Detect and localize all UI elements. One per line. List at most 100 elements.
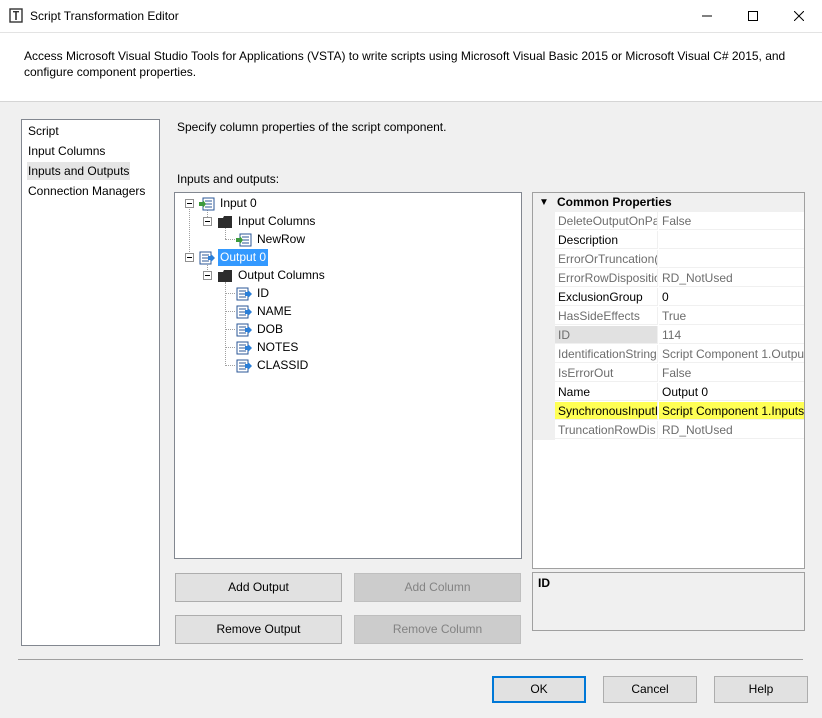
remove-column-button[interactable]: Remove Column (354, 615, 521, 644)
property-value[interactable]: Output 0 (659, 383, 804, 401)
maximize-button[interactable] (730, 0, 776, 32)
tree-node-output-column-name[interactable]: NAME (236, 303, 294, 320)
add-column-button[interactable]: Add Column (354, 573, 521, 602)
folder-icon (218, 215, 232, 228)
row-gutter (533, 383, 555, 402)
tree-node-output-column-notes[interactable]: NOTES (236, 339, 300, 356)
property-row[interactable]: ErrorRowDispositio RD_NotUsed (533, 269, 804, 288)
row-gutter (533, 269, 555, 288)
property-name: HasSideEffects (555, 307, 658, 325)
property-row[interactable]: TruncationRowDis RD_NotUsed (533, 421, 804, 440)
inputs-outputs-tree[interactable]: Input 0 Input Columns NewRow Output 0 Ou… (174, 192, 522, 559)
property-row[interactable]: ExclusionGroup 0 (533, 288, 804, 307)
property-row-highlighted[interactable]: SynchronousInputI Script Component 1.Inp… (533, 402, 804, 421)
tree-node-label: Input 0 (220, 196, 257, 210)
output-column-icon (236, 359, 252, 372)
property-name: IdentificationString (555, 345, 658, 363)
property-description-title: ID (538, 576, 550, 590)
property-value[interactable]: True (659, 307, 804, 325)
property-row[interactable]: Name Output 0 (533, 383, 804, 402)
nav-item-inputs-and-outputs[interactable]: Inputs and Outputs (27, 162, 131, 180)
property-value[interactable]: 114 (659, 326, 804, 344)
property-value[interactable]: False (659, 364, 804, 382)
close-button[interactable] (776, 0, 822, 32)
row-gutter (533, 364, 555, 383)
tree-node-label: NewRow (257, 232, 306, 246)
ok-button[interactable]: OK (492, 676, 586, 703)
property-value[interactable]: RD_NotUsed (659, 269, 804, 287)
property-value[interactable]: Script Component 1.Inputs (659, 402, 804, 420)
collapse-input-columns-toggle[interactable] (203, 217, 212, 226)
nav-item-connection-managers[interactable]: Connection Managers (27, 182, 146, 200)
property-name: TruncationRowDis (555, 421, 658, 439)
tree-node-label: NAME (257, 304, 292, 318)
property-name: IsErrorOut (555, 364, 658, 382)
tree-connector (225, 329, 235, 330)
maximize-icon (748, 11, 758, 21)
property-name: DeleteOutputOnPa (555, 212, 658, 230)
property-name: ExclusionGroup (555, 288, 658, 306)
tree-node-input[interactable]: Input 0 (199, 195, 259, 212)
tree-connector (225, 239, 235, 240)
tree-node-input-column[interactable]: NewRow (236, 231, 307, 248)
property-value[interactable]: Script Component 1.Outpu (659, 345, 804, 363)
property-value[interactable]: RD_NotUsed (659, 421, 804, 439)
property-row-selected[interactable]: ID 114 (533, 326, 804, 345)
tree-node-label: Output 0 (218, 249, 269, 266)
row-gutter (533, 402, 555, 421)
page-subtitle: Specify column properties of the script … (177, 120, 447, 134)
folder-icon (218, 269, 232, 282)
tree-node-label: Input Columns (238, 214, 316, 228)
nav-item-script[interactable]: Script (27, 122, 60, 140)
property-value[interactable] (659, 231, 804, 249)
tree-node-label: CLASSID (257, 358, 309, 372)
tree-node-output-column-id[interactable]: ID (236, 285, 271, 302)
remove-output-button[interactable]: Remove Output (175, 615, 342, 644)
property-value[interactable] (659, 250, 804, 268)
tree-node-input-columns[interactable]: Input Columns (217, 213, 317, 230)
chevron-down-icon[interactable]: ▼ (539, 193, 549, 212)
property-row[interactable]: IdentificationString Script Component 1.… (533, 345, 804, 364)
minimize-button[interactable] (684, 0, 730, 32)
row-gutter (533, 421, 555, 440)
property-name: ID (555, 326, 658, 344)
property-row[interactable]: IsErrorOut False (533, 364, 804, 383)
property-value[interactable]: False (659, 212, 804, 230)
property-name: Name (555, 383, 658, 401)
editor-description: Access Microsoft Visual Studio Tools for… (24, 49, 786, 79)
help-button[interactable]: Help (714, 676, 808, 703)
footer-divider (18, 659, 803, 660)
tree-node-output[interactable]: Output 0 (199, 249, 269, 266)
row-gutter (533, 345, 555, 364)
property-name: Description (555, 231, 658, 249)
collapse-input-toggle[interactable] (185, 199, 194, 208)
property-grid[interactable]: ▼ Common Properties DeleteOutputOnPa Fal… (532, 192, 805, 569)
property-row[interactable]: Description (533, 231, 804, 250)
property-category[interactable]: ▼ Common Properties (533, 193, 804, 212)
cancel-button[interactable]: Cancel (603, 676, 697, 703)
nav-item-input-columns[interactable]: Input Columns (27, 142, 106, 160)
property-row[interactable]: HasSideEffects True (533, 307, 804, 326)
property-row[interactable]: ErrorOrTruncation( (533, 250, 804, 269)
input-icon (199, 197, 215, 210)
add-output-button[interactable]: Add Output (175, 573, 342, 602)
tree-node-output-column-dob[interactable]: DOB (236, 321, 285, 338)
row-gutter (533, 326, 555, 345)
tree-node-output-column-classid[interactable]: CLASSID (236, 357, 310, 374)
output-column-icon (236, 341, 252, 354)
output-icon (199, 251, 215, 264)
output-column-icon (236, 323, 252, 336)
close-icon (794, 11, 804, 21)
collapse-output-columns-toggle[interactable] (203, 271, 212, 280)
tree-node-output-columns[interactable]: Output Columns (217, 267, 327, 284)
script-app-icon (9, 8, 23, 23)
tree-connector (225, 282, 226, 364)
property-name: ErrorOrTruncation( (555, 250, 658, 268)
minimize-icon (702, 15, 712, 17)
row-gutter (533, 231, 555, 250)
tree-connector (225, 347, 235, 348)
collapse-output-toggle[interactable] (185, 253, 194, 262)
property-value[interactable]: 0 (659, 288, 804, 306)
property-row[interactable]: DeleteOutputOnPa False (533, 212, 804, 231)
category-label: Common Properties (557, 195, 672, 209)
